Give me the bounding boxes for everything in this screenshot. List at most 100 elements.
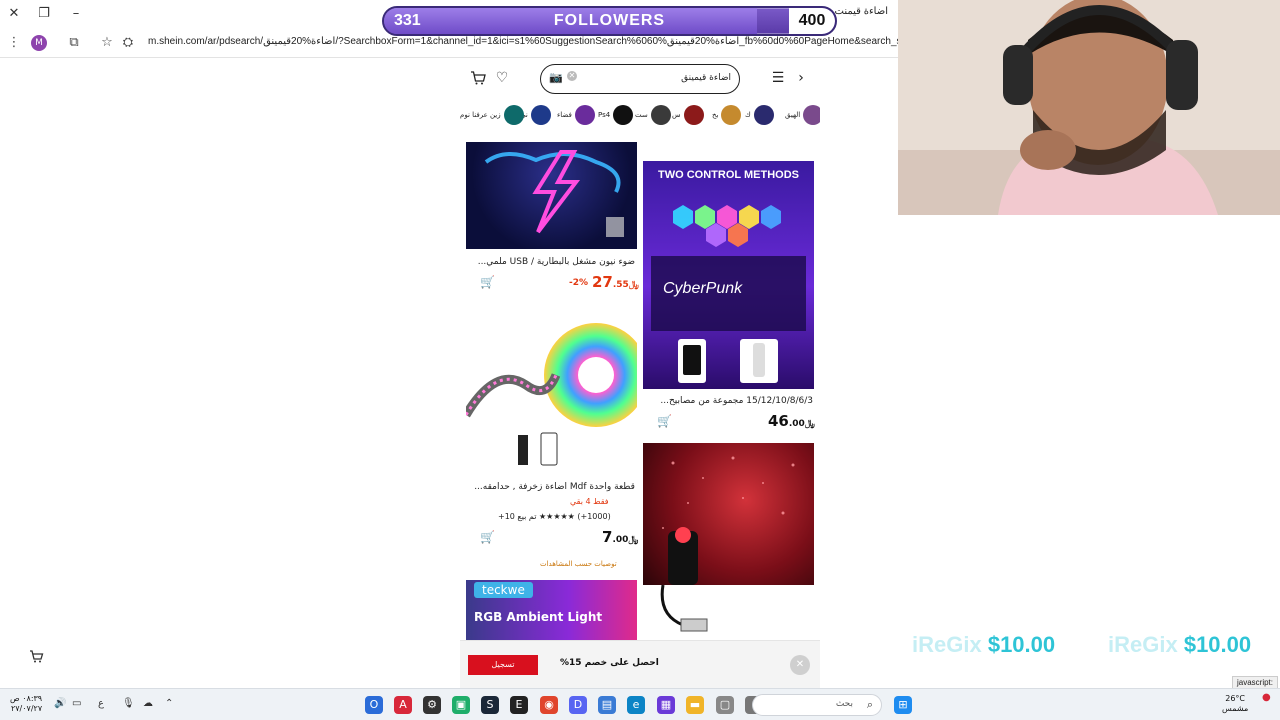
url-field[interactable]: m.shein.com/ar/pdsearch/اضاءة%20قيمينق/?…	[148, 36, 898, 47]
close-window-icon[interactable]: ✕	[4, 4, 24, 24]
product-image-neon-lightning[interactable]	[466, 142, 637, 249]
product-title[interactable]: ضوء نيون مشغل بالبطارية / USB ملمي...	[470, 257, 635, 267]
taskbar-clock[interactable]: ٠٨:٣٩ ص ٢٧/٠٧/٢٧	[10, 694, 42, 714]
add-to-cart-icon[interactable]: 🛒	[657, 414, 673, 428]
file-explorer-icon[interactable]: ▬	[686, 696, 704, 714]
clear-search-icon[interactable]: ✕	[567, 71, 577, 81]
floating-cart-icon[interactable]	[28, 648, 44, 668]
network-icon[interactable]: ▭	[72, 698, 81, 709]
category-thumb-icon	[503, 105, 524, 125]
donation-entry: iReGix $10.00	[912, 632, 1055, 658]
epic-games-icon[interactable]: E	[510, 696, 528, 714]
donation-entry: iReGix $10.00	[1108, 632, 1251, 658]
extensions-icon[interactable]: ⧉	[65, 34, 83, 52]
category-thumb-icon	[530, 105, 551, 125]
price-int: 7	[602, 528, 613, 546]
category-label: زين عرفنا نوم	[460, 111, 501, 119]
notification-badge-icon[interactable]: ●	[1262, 692, 1271, 703]
price-int: 27	[592, 273, 613, 291]
category-thumb-icon	[753, 105, 774, 125]
microphone-icon[interactable]: 🎙	[122, 698, 135, 709]
taskbar-search[interactable]: بحث ⌕	[752, 694, 882, 716]
brand-logo: teckwe	[474, 582, 533, 598]
product-image-usb-cable	[643, 585, 814, 641]
app-purple-icon[interactable]: ▦	[657, 696, 675, 714]
category-label: Ps4	[598, 111, 611, 119]
hamburger-menu-icon[interactable]: ☰	[769, 70, 787, 86]
category-chip[interactable]: ست	[635, 104, 671, 126]
product-title[interactable]: قطعة واحدة Mdf اضاءة زخرفة , حدامقه...	[470, 482, 635, 492]
restore-window-icon[interactable]: ❐	[34, 4, 54, 24]
close-icon[interactable]: ✕	[790, 655, 810, 675]
stream-overlay-area	[898, 215, 1280, 688]
product-image-rgb-ambient[interactable]: teckwe RGB Ambient Light	[466, 580, 637, 641]
app-grey-icon[interactable]: ▢	[716, 696, 734, 714]
profile-avatar[interactable]: M	[31, 35, 47, 51]
windows-start-icon[interactable]: ⊞	[894, 696, 912, 714]
rating-count: (1000+)	[577, 512, 611, 521]
price-int: 46	[768, 412, 789, 430]
price-dec: .55	[612, 280, 629, 290]
bookmark-star-icon[interactable]: ☆	[98, 34, 116, 52]
currency-symbol: ﷼	[628, 280, 639, 290]
product-image-hex-lights[interactable]: TWO CONTROL METHODS CyberPunk	[643, 161, 814, 389]
wishlist-heart-icon[interactable]: ♡	[493, 70, 511, 86]
weather-temp: 26°C	[1225, 694, 1245, 703]
signup-button[interactable]: تسجيل	[468, 655, 538, 675]
search-icon: ⌕	[866, 698, 873, 711]
category-chip[interactable]: بخ	[712, 104, 742, 126]
category-thumb-icon	[650, 105, 671, 125]
recommend-note: توصيات حسب المشاهدات	[540, 560, 617, 568]
camera-search-icon[interactable]: 📷	[549, 71, 563, 84]
category-chip[interactable]: الهيق	[785, 104, 820, 126]
taskbar-weather[interactable]: 26°C مشمس	[1222, 694, 1248, 714]
category-label: الهيق	[785, 111, 801, 119]
menu-dots-icon[interactable]: ⋮	[5, 34, 23, 52]
category-chip[interactable]: س	[672, 104, 704, 126]
donor-name: iReGix	[912, 632, 982, 657]
settings-gear-icon[interactable]: ⚙	[423, 696, 441, 714]
clock-date: ٢٧/٠٧/٢٧	[10, 704, 43, 713]
add-to-cart-icon[interactable]: 🛒	[480, 530, 496, 544]
category-thumb-icon	[613, 105, 634, 125]
site-info-icon[interactable]: ⛭	[119, 34, 137, 52]
add-to-cart-icon[interactable]: 🛒	[480, 275, 496, 289]
category-thumb-icon	[721, 105, 742, 125]
product-image-star-projector[interactable]	[643, 443, 814, 585]
taskbar-search-label: بحث	[835, 699, 853, 709]
search-text: اضاءة قيمينق	[681, 73, 731, 83]
input-language[interactable]: ع	[98, 698, 104, 709]
low-stock-tag: فقط 4 بقي	[570, 497, 609, 506]
category-chip[interactable]: زين عرفنا نوم	[460, 104, 524, 126]
category-chip[interactable]: ني	[520, 104, 551, 126]
cart-icon[interactable]	[469, 70, 487, 90]
category-chip[interactable]: فضاء	[557, 104, 595, 126]
svg-text:CyberPunk: CyberPunk	[663, 280, 743, 297]
category-chip[interactable]: Ps4	[598, 104, 634, 126]
minimize-window-icon[interactable]: –	[66, 4, 86, 24]
store-icon[interactable]: ▤	[598, 696, 616, 714]
app-green-icon[interactable]: ▣	[452, 696, 470, 714]
cloud-icon[interactable]: ☁	[143, 698, 153, 709]
back-chevron-icon[interactable]: ›	[792, 70, 810, 86]
category-label: س	[672, 111, 681, 119]
chrome-icon[interactable]: ◉	[540, 696, 558, 714]
product-price: ﷼ 46.00	[768, 412, 815, 430]
adobe-icon[interactable]: A	[394, 696, 412, 714]
shein-mobile-site: ♡ 📷 ✕ اضاءة قيمينق ☰ › الهيق ك بخ س ست Ps4 فضا…	[460, 58, 820, 688]
discord-icon[interactable]: D	[569, 696, 587, 714]
product-image-led-strip[interactable]	[466, 305, 637, 471]
chevron-up-icon[interactable]: ⌃	[165, 698, 173, 709]
site-header: ♡ 📷 ✕ اضاءة قيمينق ☰ ›	[460, 58, 820, 100]
donation-amount: $10.00	[987, 632, 1056, 657]
currency-symbol: ﷼	[804, 419, 815, 429]
category-thumb-icon	[683, 105, 704, 125]
outlook-icon[interactable]: O	[365, 696, 383, 714]
category-chip[interactable]: ك	[745, 104, 774, 126]
volume-icon[interactable]: 🔊	[54, 698, 66, 709]
steam-icon[interactable]: S	[481, 696, 499, 714]
search-input[interactable]: 📷 ✕ اضاءة قيمينق	[540, 64, 740, 94]
edge-icon[interactable]: e	[627, 696, 645, 714]
taskbar: ٠٨:٣٩ ص ٢٧/٠٧/٢٧ 🔊 ▭ ع 🎙 ☁ ⌃ O A ⚙ ▣ S E…	[0, 688, 1280, 720]
product-title[interactable]: 15/12/10/8/6/3 مجموعة من مصابيح...	[648, 396, 813, 406]
